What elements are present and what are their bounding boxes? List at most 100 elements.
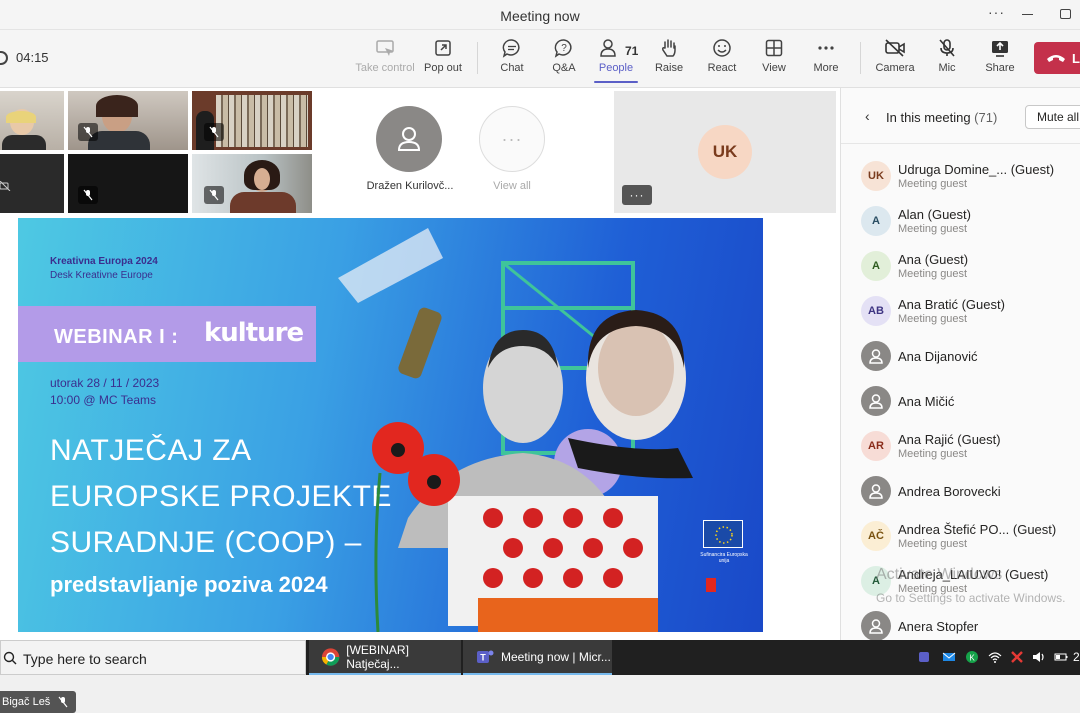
bookshelf	[216, 95, 308, 147]
presenter-name-tag: Bigač Leš	[0, 691, 77, 713]
participant-face-front	[254, 168, 270, 190]
video-tile[interactable]	[192, 154, 312, 213]
participant-row[interactable]: Anera Stopfer	[841, 606, 1080, 640]
camera-off-icon	[885, 39, 905, 57]
presenter-name: Bigač Leš	[2, 696, 51, 708]
participant-shoulders	[2, 135, 46, 150]
participant-row[interactable]: Andrea Borovecki	[841, 471, 1080, 511]
share-button[interactable]: Share	[970, 38, 1030, 74]
search-icon	[3, 651, 17, 665]
question-icon: ?	[554, 39, 572, 58]
participant-row[interactable]: AB Ana Bratić (Guest) Meeting guest	[841, 291, 1080, 331]
maximize-icon[interactable]	[1060, 9, 1071, 19]
camera-button[interactable]: Camera	[865, 38, 925, 74]
participant-row[interactable]: Ana Dijanović	[841, 336, 1080, 376]
collage-illustration	[338, 228, 716, 632]
participant-row[interactable]: AČ Andrea Štefić PO... (Guest) Meeting gue…	[841, 516, 1080, 556]
person-icon	[861, 611, 891, 640]
participant-row[interactable]: Ana Mičić	[841, 381, 1080, 421]
participant-name: Andrea Štefić PO... (Guest)	[898, 522, 1057, 537]
toolbar-divider	[477, 42, 478, 74]
more-dots-icon	[818, 46, 834, 50]
activation-watermark-sub: Go to Settings to activate Windows.	[876, 591, 1066, 605]
participant-role: Meeting guest	[898, 448, 968, 460]
video-tile[interactable]	[0, 91, 64, 150]
taskbar-search[interactable]: Type here to search	[0, 640, 306, 675]
avatar: A	[861, 251, 891, 281]
view-button[interactable]: View	[744, 38, 804, 74]
tile-more-button[interactable]: ···	[622, 185, 652, 205]
person-icon	[861, 386, 891, 416]
volume-icon[interactable]	[1032, 650, 1046, 667]
people-icon	[600, 39, 616, 57]
mic-off-icon	[58, 696, 68, 708]
toolbar-divider	[860, 42, 861, 74]
participant-row[interactable]: AR Ana Rajić (Guest) Meeting guest	[841, 426, 1080, 466]
back-chevron-icon[interactable]: ‹	[865, 108, 870, 124]
smile-icon	[713, 39, 731, 57]
video-tile[interactable]	[68, 91, 188, 150]
participant-name: Ana Rajić (Guest)	[898, 432, 1001, 447]
avatar: UK	[861, 161, 891, 191]
red-marker	[706, 578, 716, 592]
take-control-icon	[376, 40, 394, 56]
participant-name: Ana Dijanović	[898, 349, 978, 364]
tray-k-icon[interactable]: K	[965, 650, 979, 667]
network-alert-icon[interactable]	[1010, 650, 1024, 667]
raise-hand-button[interactable]: Raise	[639, 38, 699, 74]
view-all-button[interactable]: ···	[479, 106, 545, 172]
slide-headline-line: SURADNJE (COOP) –	[50, 526, 362, 559]
person-icon	[397, 127, 421, 151]
participant-avatar[interactable]	[376, 106, 442, 172]
person-icon	[861, 476, 891, 506]
minimize-icon[interactable]	[1022, 14, 1033, 15]
chrome-icon	[321, 647, 340, 666]
participant-name: Udruga Domine_... (Guest)	[898, 162, 1055, 177]
participant-role: Meeting guest	[898, 223, 968, 235]
shield-icon	[0, 50, 8, 65]
mute-all-button[interactable]: Mute all	[1025, 105, 1080, 129]
tray-teams-icon[interactable]	[918, 650, 932, 667]
participant-name: Ana (Guest)	[898, 252, 969, 267]
avatar: AR	[861, 431, 891, 461]
tray-mail-icon[interactable]	[942, 650, 956, 667]
slide-time: 10:00 @ MC Teams	[50, 393, 157, 407]
more-button[interactable]: More	[796, 38, 856, 74]
avatar: AČ	[861, 521, 891, 551]
participant-tile-uk[interactable]: UK ···	[614, 91, 836, 213]
mic-off-icon	[78, 186, 98, 204]
more-options-icon[interactable]: ···	[988, 4, 1005, 20]
taskbar-app-teams[interactable]: T Meeting now | Micr...	[463, 640, 612, 675]
video-tile[interactable]	[68, 154, 188, 213]
chat-button[interactable]: Chat	[482, 38, 542, 74]
slide-kicker: Kreativna Europa 2024	[50, 256, 158, 267]
leave-button[interactable]: L	[1034, 42, 1080, 74]
participant-name: Ana Mičić	[898, 394, 955, 409]
people-button[interactable]: 71 People	[586, 38, 646, 83]
svg-text:K: K	[969, 654, 975, 663]
take-control-button[interactable]: Take control	[355, 38, 415, 74]
mic-button[interactable]: Mic	[917, 38, 977, 74]
video-tile[interactable]	[0, 154, 64, 213]
participant-row[interactable]: A Alan (Guest) Meeting guest	[841, 201, 1080, 241]
window-title: Meeting now	[500, 8, 580, 24]
poppy-stem	[374, 472, 382, 632]
eu-cofunded-label: Sufinancira Europska unija	[700, 552, 748, 564]
search-placeholder: Type here to search	[23, 651, 147, 667]
react-button[interactable]: React	[692, 38, 752, 74]
wifi-icon[interactable]	[988, 650, 1002, 667]
video-tile[interactable]	[192, 91, 312, 150]
qa-button[interactable]: ? Q&A	[534, 38, 594, 74]
meeting-stage: Dražen Kurilovč... ··· View all UK ··· K…	[0, 88, 840, 713]
pop-out-button[interactable]: Pop out	[413, 38, 473, 74]
taskbar-app-chrome[interactable]: [WEBINAR] Natječaj...	[309, 640, 461, 675]
participant-row[interactable]: A Ana (Guest) Meeting guest	[841, 246, 1080, 286]
meeting-toolbar: 04:15 Take control Pop out Chat ? Q&A 71…	[0, 30, 1080, 88]
participant-name: Ana Bratić (Guest)	[898, 297, 1005, 312]
shared-screen-slide: Kreativna Europa 2024 Desk Kreativne Eur…	[18, 218, 763, 632]
participant-role: Meeting guest	[898, 538, 968, 550]
participant-name: Andrea Borovecki	[898, 484, 1001, 499]
slide-headline-line: NATJEČAJ ZA	[50, 434, 252, 467]
battery-icon[interactable]	[1054, 650, 1068, 667]
participant-row[interactable]: UK Udruga Domine_... (Guest) Meeting guest	[841, 156, 1080, 196]
